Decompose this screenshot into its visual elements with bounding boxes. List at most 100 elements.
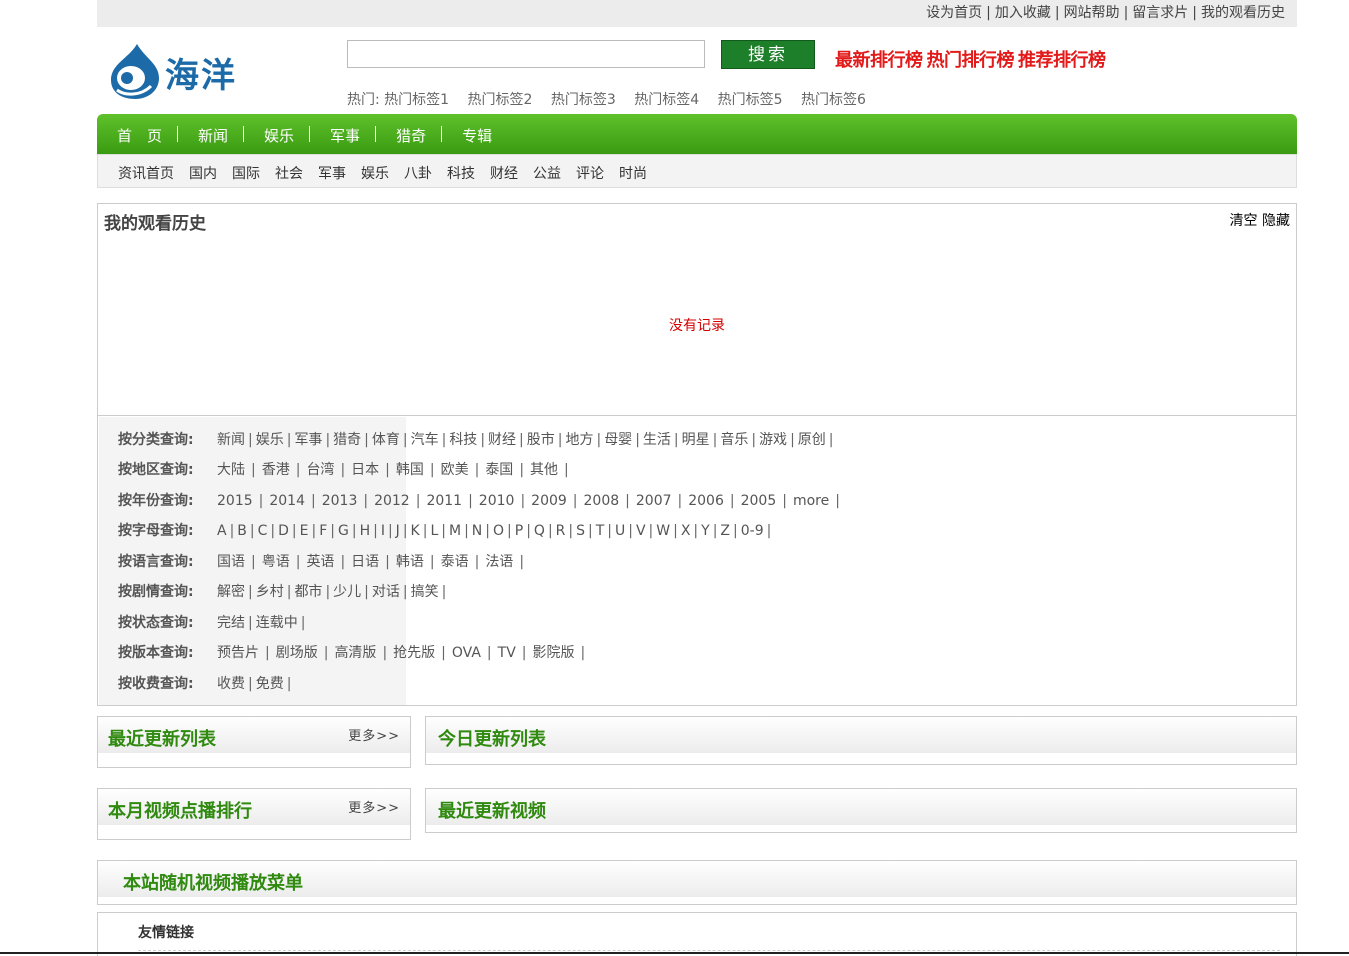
filter-option[interactable]: 其他 bbox=[530, 462, 558, 478]
latest-rank-link[interactable]: 最新排行榜 bbox=[835, 50, 923, 71]
more-link[interactable]: 更多>> bbox=[348, 797, 400, 816]
filter-option[interactable]: 对话 bbox=[372, 584, 400, 600]
recommend-rank-link[interactable]: 推荐排行榜 bbox=[1018, 50, 1106, 71]
set-homepage-link[interactable]: 设为首页 bbox=[926, 5, 982, 21]
history-hide-link[interactable]: 隐藏 bbox=[1262, 213, 1290, 229]
filter-option[interactable]: 军事 bbox=[294, 432, 322, 448]
hot-rank-link[interactable]: 热门排行榜 bbox=[927, 50, 1015, 71]
filter-option[interactable]: 新闻 bbox=[217, 432, 245, 448]
filter-option[interactable]: G bbox=[338, 523, 349, 539]
filter-option[interactable]: 影院版 bbox=[533, 645, 575, 661]
filter-option[interactable]: 剧场版 bbox=[276, 645, 318, 661]
filter-option[interactable]: O bbox=[493, 523, 504, 539]
filter-option[interactable]: 粤语 bbox=[262, 554, 290, 570]
filter-option[interactable]: V bbox=[636, 523, 646, 539]
history-clear-link[interactable]: 清空 bbox=[1230, 213, 1258, 229]
search-input[interactable] bbox=[347, 40, 705, 68]
filter-option[interactable]: D bbox=[278, 523, 289, 539]
filter-option[interactable]: TV bbox=[498, 645, 516, 661]
filter-option[interactable]: Q bbox=[534, 523, 545, 539]
filter-option[interactable]: 高清版 bbox=[334, 645, 376, 661]
filter-option[interactable]: 母婴 bbox=[604, 432, 632, 448]
subnav-item[interactable]: 时尚 bbox=[619, 155, 647, 193]
filter-option[interactable]: 2010 bbox=[479, 493, 515, 509]
filter-option[interactable]: 连载中 bbox=[256, 615, 298, 631]
filter-option[interactable]: K bbox=[411, 523, 420, 539]
search-button[interactable]: 搜索 bbox=[721, 40, 815, 69]
filter-option[interactable]: 地方 bbox=[565, 432, 593, 448]
filter-option[interactable]: 收费 bbox=[217, 676, 245, 692]
subnav-item[interactable]: 财经 bbox=[490, 155, 518, 193]
filter-option[interactable]: I bbox=[381, 523, 385, 539]
filter-option[interactable]: 娱乐 bbox=[256, 432, 284, 448]
filter-option[interactable]: 2014 bbox=[269, 493, 305, 509]
filter-option[interactable]: 音乐 bbox=[720, 432, 748, 448]
help-link[interactable]: 网站帮助 bbox=[1064, 5, 1120, 21]
filter-option[interactable]: 2012 bbox=[374, 493, 410, 509]
filter-option[interactable]: 解密 bbox=[217, 584, 245, 600]
request-film-link[interactable]: 留言求片 bbox=[1132, 5, 1188, 21]
nav-item-news[interactable]: 新闻 bbox=[178, 114, 245, 158]
filter-option[interactable]: A bbox=[217, 523, 227, 539]
filter-option[interactable]: 都市 bbox=[294, 584, 322, 600]
filter-option[interactable]: 预告片 bbox=[217, 645, 259, 661]
filter-option[interactable]: 2006 bbox=[688, 493, 724, 509]
filter-option[interactable]: 2007 bbox=[636, 493, 672, 509]
filter-option[interactable]: 2011 bbox=[426, 493, 462, 509]
hot-tag[interactable]: 热门标签3 bbox=[551, 92, 616, 108]
filter-option[interactable]: 大陆 bbox=[217, 462, 245, 478]
filter-option[interactable]: M bbox=[449, 523, 461, 539]
filter-option[interactable]: 日本 bbox=[351, 462, 379, 478]
filter-option[interactable]: 0-9 bbox=[741, 523, 764, 539]
filter-option[interactable]: OVA bbox=[452, 645, 481, 661]
filter-option[interactable]: 汽车 bbox=[411, 432, 439, 448]
filter-option[interactable]: 日语 bbox=[351, 554, 379, 570]
subnav-item[interactable]: 公益 bbox=[533, 155, 561, 193]
filter-option[interactable]: L bbox=[430, 523, 438, 539]
filter-option[interactable]: 生活 bbox=[643, 432, 671, 448]
nav-item-military[interactable]: 军事 bbox=[310, 114, 377, 158]
filter-option[interactable]: 猎奇 bbox=[333, 432, 361, 448]
filter-option[interactable]: X bbox=[681, 523, 691, 539]
hot-tag[interactable]: 热门标签2 bbox=[468, 92, 533, 108]
hot-tag[interactable]: 热门标签1 bbox=[384, 92, 449, 108]
filter-option[interactable]: 抢先版 bbox=[393, 645, 435, 661]
filter-option[interactable]: H bbox=[360, 523, 371, 539]
filter-option[interactable]: 完结 bbox=[217, 615, 245, 631]
filter-option[interactable]: 台湾 bbox=[306, 462, 334, 478]
filter-option[interactable]: J bbox=[396, 523, 400, 539]
filter-option[interactable]: N bbox=[472, 523, 482, 539]
subnav-item[interactable]: 八卦 bbox=[404, 155, 432, 193]
filter-option[interactable]: Z bbox=[720, 523, 730, 539]
hot-tag[interactable]: 热门标签5 bbox=[718, 92, 783, 108]
subnav-item[interactable]: 资讯首页 bbox=[118, 155, 174, 193]
subnav-item[interactable]: 科技 bbox=[447, 155, 475, 193]
filter-option[interactable]: R bbox=[556, 523, 566, 539]
filter-option[interactable]: 2008 bbox=[584, 493, 620, 509]
filter-option[interactable]: 科技 bbox=[449, 432, 477, 448]
filter-option[interactable]: 财经 bbox=[488, 432, 516, 448]
filter-option[interactable]: 少儿 bbox=[333, 584, 361, 600]
subnav-item[interactable]: 军事 bbox=[318, 155, 346, 193]
filter-option[interactable]: 股市 bbox=[527, 432, 555, 448]
filter-option[interactable]: 韩语 bbox=[396, 554, 424, 570]
filter-option[interactable]: E bbox=[300, 523, 309, 539]
filter-option[interactable]: 明星 bbox=[682, 432, 710, 448]
filter-option[interactable]: 泰语 bbox=[441, 554, 469, 570]
nav-item-entertainment[interactable]: 娱乐 bbox=[244, 114, 311, 158]
filter-option[interactable]: 香港 bbox=[262, 462, 290, 478]
nav-item-album[interactable]: 专辑 bbox=[442, 114, 508, 158]
hot-tag[interactable]: 热门标签4 bbox=[634, 92, 699, 108]
filter-option[interactable]: Y bbox=[701, 523, 710, 539]
hot-tag[interactable]: 热门标签6 bbox=[801, 92, 866, 108]
watch-history-link[interactable]: 我的观看历史 bbox=[1201, 5, 1285, 21]
filter-option[interactable]: 乡村 bbox=[256, 584, 284, 600]
filter-option[interactable]: 2005 bbox=[741, 493, 777, 509]
filter-option[interactable]: W bbox=[656, 523, 670, 539]
nav-item-curiosity[interactable]: 猎奇 bbox=[376, 114, 443, 158]
filter-option[interactable]: 英语 bbox=[306, 554, 334, 570]
filter-option[interactable]: 法语 bbox=[485, 554, 513, 570]
filter-option[interactable]: T bbox=[596, 523, 605, 539]
subnav-item[interactable]: 社会 bbox=[275, 155, 303, 193]
filter-option[interactable]: 泰国 bbox=[485, 462, 513, 478]
